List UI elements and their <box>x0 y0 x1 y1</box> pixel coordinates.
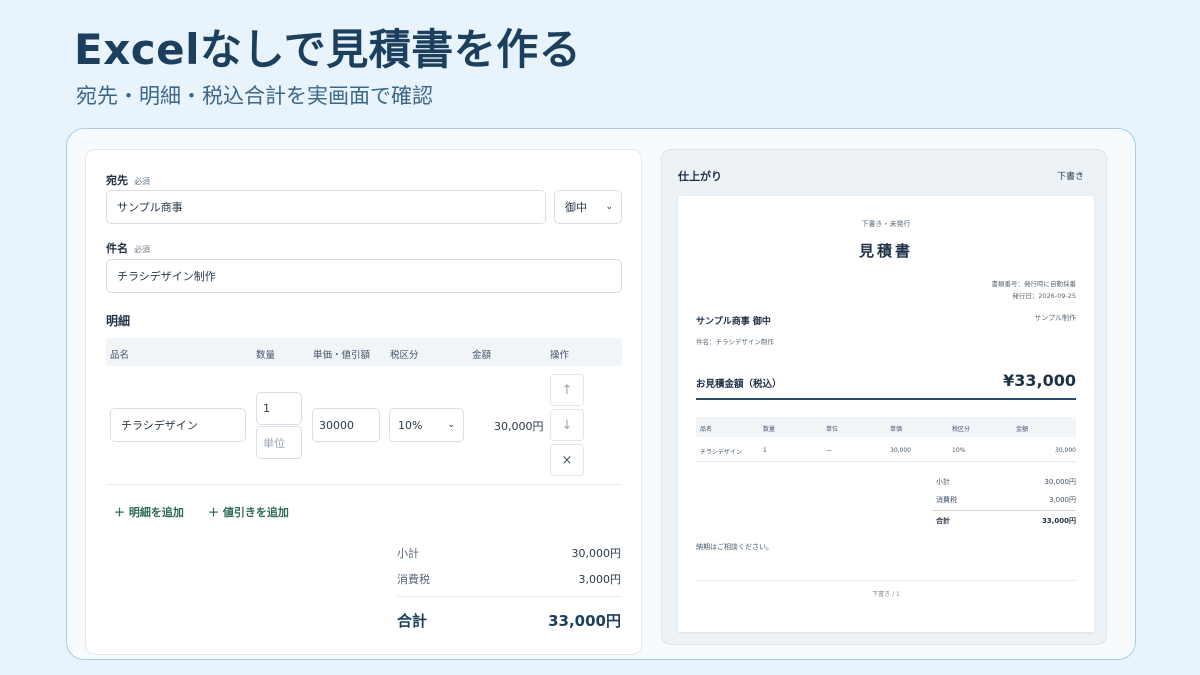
col-item: 品名 <box>700 426 713 433</box>
row-qty: 1 <box>763 447 767 454</box>
hero-title: Excelなしで見積書を作る <box>74 25 582 74</box>
preview-subtotal-label: 小計 <box>936 478 950 486</box>
add-discount-button[interactable]: ＋ 値引きを追加 <box>208 504 289 520</box>
chevron-down-icon: ⌄ <box>605 202 613 212</box>
divider <box>106 484 622 485</box>
app-frame: 宛先 必須 サンプル商事 御中 ⌄ 件名 必須 チラシデザイン制作 明細 品名 数量… <box>66 128 1136 660</box>
subtotal-value: 30,000円 <box>571 547 622 560</box>
details-title: 明細 <box>106 314 131 328</box>
document-note: 納期はご相談ください。 <box>696 543 773 551</box>
divider <box>696 398 1076 400</box>
required-tag: 必須 <box>134 177 150 186</box>
col-item: 品名 <box>110 350 130 361</box>
col-unit: 単位 <box>826 426 839 433</box>
divider <box>696 461 1076 462</box>
col-tax: 税区分 <box>390 350 419 361</box>
col-qty: 数量 <box>763 426 776 433</box>
add-line-button[interactable]: ＋ 明細を追加 <box>114 504 184 520</box>
delete-line-button[interactable]: × <box>550 444 584 476</box>
total-label: 合計 <box>397 612 428 630</box>
row-amount: 30,000 <box>1055 447 1076 454</box>
page-footer: 下書き / 1 <box>872 591 900 598</box>
draft-note: 下書き・未発行 <box>861 220 911 228</box>
price-input[interactable]: 30000 <box>312 408 380 442</box>
chevron-down-icon: ⌄ <box>447 420 455 430</box>
move-down-button[interactable]: ↓ <box>550 409 584 441</box>
col-actions: 操作 <box>550 350 570 361</box>
divider <box>696 580 1076 581</box>
row-unit: — <box>826 447 832 454</box>
subject-input[interactable]: チラシデザイン制作 <box>106 259 622 293</box>
item-name-input[interactable]: チラシデザイン <box>110 408 246 442</box>
row-tax: 10% <box>952 447 966 454</box>
line-amount: 30,000円 <box>494 420 544 433</box>
client-name: サンプル商事 御中 <box>696 317 771 327</box>
tax-label: 消費税 <box>397 573 430 586</box>
col-amount: 金額 <box>472 350 492 361</box>
row-price: 30,000 <box>890 447 911 454</box>
details-table-header: 品名 数量 単価・値引額 税区分 金額 操作 <box>106 338 622 366</box>
move-up-button[interactable]: ↑ <box>550 374 584 406</box>
total-value: 33,000円 <box>548 612 621 630</box>
col-qty: 数量 <box>256 350 276 361</box>
col-amount: 金額 <box>1016 426 1029 433</box>
qty-input[interactable]: 1 <box>256 392 302 425</box>
quote-document: 下書き・未発行 見積書 書類番号：発行時に自動採番 発行日：2026-09-25… <box>678 196 1094 632</box>
preview-tax-label: 消費税 <box>936 496 957 504</box>
preview-total-value: 33,000円 <box>1041 517 1076 525</box>
document-subject: 件名：チラシデザイン制作 <box>696 338 774 346</box>
document-number: 書類番号：発行時に自動採番 <box>991 280 1077 288</box>
recipient-input[interactable]: サンプル商事 <box>106 190 546 224</box>
quote-amount-value: ¥33,000 <box>1003 371 1076 390</box>
row-item: チラシデザイン <box>700 449 742 456</box>
issue-date: 発行日：2026-09-25 <box>1012 292 1076 300</box>
status-badge: 下書き <box>1056 172 1084 182</box>
recipient-label: 宛先 必須 <box>106 174 150 187</box>
tax-value: 10% <box>398 418 423 432</box>
arrow-up-icon: ↑ <box>561 382 573 398</box>
subtotal-label: 小計 <box>397 547 419 560</box>
issuer-name: サンプル制作 <box>1034 314 1076 322</box>
document-title: 見積書 <box>858 242 913 260</box>
hero-subtitle: 宛先・明細・税込合計を実画面で確認 <box>76 84 433 108</box>
preview-subtotal-value: 30,000円 <box>1044 478 1077 486</box>
preview-table-header: 品名 数量 単位 単価 税区分 金額 <box>696 417 1076 437</box>
col-price: 単価・値引額 <box>313 350 371 361</box>
quote-editor-panel: 宛先 必須 サンプル商事 御中 ⌄ 件名 必須 チラシデザイン制作 明細 品名 数量… <box>85 149 642 655</box>
preview-tax-value: 3,000円 <box>1048 496 1076 504</box>
tax-select[interactable]: 10% ⌄ <box>389 408 464 442</box>
preview-title: 仕上がり <box>678 170 722 183</box>
unit-input[interactable]: 単位 <box>256 426 302 459</box>
preview-total-label: 合計 <box>936 517 950 525</box>
quote-amount-label: お見積金額（税込） <box>696 379 782 390</box>
honorific-select[interactable]: 御中 ⌄ <box>554 190 622 224</box>
col-price: 単価 <box>890 426 903 433</box>
divider <box>397 596 622 597</box>
required-tag: 必須 <box>134 245 150 254</box>
close-icon: × <box>561 452 573 468</box>
arrow-down-icon: ↓ <box>561 417 573 433</box>
subject-label: 件名 必須 <box>106 242 150 255</box>
preview-panel: 仕上がり 下書き 下書き・未発行 見積書 書類番号：発行時に自動採番 発行日：2… <box>661 149 1107 645</box>
divider <box>932 510 1076 511</box>
tax-value: 3,000円 <box>578 573 622 586</box>
honorific-value: 御中 <box>565 201 587 214</box>
col-tax: 税区分 <box>952 426 971 433</box>
